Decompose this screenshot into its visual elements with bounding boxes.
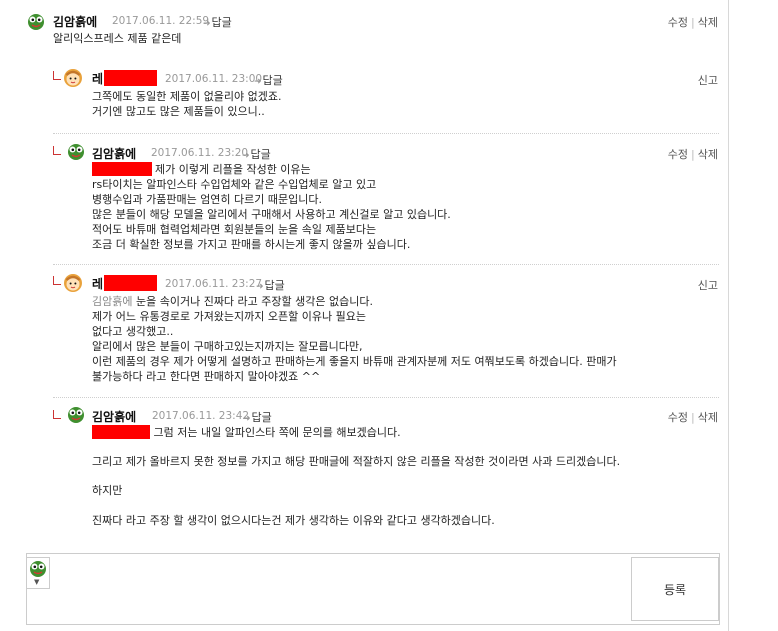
- girl-avatar-icon: [64, 69, 82, 87]
- comment-line: 그쪽에도 동일한 제품이 없을리야 없겠죠.: [92, 90, 282, 103]
- dropdown-caret-icon: ▼: [34, 578, 40, 586]
- comment-actions: 신고: [698, 277, 718, 293]
- comment-body: 김암흙에 눈을 속이거나 진짜다 라고 주장할 생각은 없습니다. 제가 어느 …: [92, 294, 617, 384]
- reply-arrow-icon: ➜: [254, 77, 262, 87]
- comment-divider: [53, 133, 719, 134]
- reply-indent-icon: [53, 146, 61, 155]
- comment-line: 그럼 저는 내일 알파인스타 쪽에 문의를 해보겠습니다.: [150, 426, 401, 439]
- girl-avatar-icon: [64, 274, 82, 292]
- comment-line: 제가 이렇게 리플을 작성한 이유는: [155, 163, 311, 176]
- comment-author[interactable]: 레: [92, 275, 158, 292]
- reply-arrow-icon: ➜: [243, 414, 251, 424]
- reply-label: 답글: [264, 279, 285, 292]
- comment-line: 이런 제품의 경우 제가 어떻게 설명하고 판매하는게 좋을지 바튜매 관계자분…: [92, 355, 617, 368]
- comment-line: 눈을 속이거나 진짜다 라고 주장할 생각은 없습니다.: [132, 295, 373, 308]
- frog-avatar-icon: [30, 561, 46, 577]
- composer-avatar-picker[interactable]: ▼: [26, 557, 50, 589]
- comment-date: 2017.06.11. 22:59: [112, 15, 210, 27]
- reply-arrow-icon: ➜: [256, 282, 264, 292]
- report-button[interactable]: 신고: [698, 279, 718, 292]
- redacted-mention: [92, 425, 150, 439]
- comment-body: 알리익스프레스 제품 같은데: [53, 31, 181, 46]
- reply-button[interactable]: ➜답글: [203, 14, 232, 30]
- reply-label: 답글: [262, 74, 283, 87]
- comment-actions: 수정 | 삭제: [667, 16, 718, 29]
- reply-arrow-icon: ➜: [242, 151, 250, 161]
- edit-button[interactable]: 수정: [668, 16, 688, 29]
- delete-button[interactable]: 삭제: [698, 411, 718, 424]
- reply-button[interactable]: ➜답글: [243, 409, 272, 425]
- frog-avatar-icon: [28, 14, 44, 30]
- comment-body: 제가 이렇게 리플을 작성한 이유는 rs타이치는 알파인스타 수입업체와 같은…: [92, 162, 451, 252]
- redacted-username: [104, 275, 158, 291]
- comment-line: 진짜다 라고 주장 할 생각이 없으시다는건 제가 생각하는 이유와 같다고 생…: [92, 513, 495, 527]
- frog-avatar-icon: [68, 407, 84, 423]
- comment-body: 그쪽에도 동일한 제품이 없을리야 없겠죠. 거기엔 많고도 많은 제품들이 있…: [92, 89, 282, 119]
- reply-indent-icon: [53, 71, 61, 80]
- reply-label: 답글: [250, 148, 271, 161]
- submit-button[interactable]: 등록: [631, 557, 719, 621]
- comment-line: 없다고 생각했고..: [92, 325, 174, 338]
- redacted-mention: [92, 162, 152, 176]
- comment-line: 제가 어느 유통경로로 가져왔는지까지 오픈할 이유나 필요는: [92, 310, 366, 323]
- comment-divider: [53, 397, 719, 398]
- edit-button[interactable]: 수정: [668, 148, 688, 161]
- comment-divider: [53, 264, 719, 265]
- comment-line: 적어도 바튜매 협력업체라면 회원분들의 눈을 속일 제품보다는: [92, 223, 377, 236]
- comment-line: 알리익스프레스 제품 같은데: [53, 32, 182, 45]
- comment-line: 조금 더 확실한 정보를 가지고 판매를 하시는게 좋지 않을까 싶습니다.: [92, 238, 411, 251]
- comment-actions: 수정 | 삭제: [667, 148, 718, 161]
- comment-date: 2017.06.11. 23:42: [152, 410, 250, 422]
- comment-line: 거기엔 많고도 많은 제품들이 있으니..: [92, 105, 265, 118]
- report-button[interactable]: 신고: [698, 74, 718, 87]
- delete-button[interactable]: 삭제: [698, 148, 718, 161]
- delete-button[interactable]: 삭제: [698, 16, 718, 29]
- comment-line: 하지만: [92, 484, 123, 498]
- comment-line: 불가능하다 라고 한다면 판매하지 말아야겠죠 ^^: [92, 370, 321, 383]
- frog-avatar-icon: [68, 144, 84, 160]
- comment-line: 많은 분들이 해당 모델을 알리에서 구매해서 사용하고 계신걸로 알고 있습니…: [92, 208, 451, 221]
- comment-line: 그리고 제가 올바르지 못한 정보를 가지고 해당 판매글에 적잘하지 않은 리…: [92, 455, 621, 469]
- reply-button[interactable]: ➜답글: [256, 277, 285, 293]
- reply-label: 답글: [211, 16, 232, 29]
- comment-line: rs타이치는 알파인스타 수입업체와 같은 수입업체로 알고 있고: [92, 178, 377, 191]
- reply-indent-icon: [53, 410, 61, 419]
- comment-actions: 수정 | 삭제: [667, 411, 718, 424]
- comment-body: 그럼 저는 내일 알파인스타 쪽에 문의를 해보겠습니다. 그리고 제가 올바르…: [92, 425, 620, 528]
- reply-label: 답글: [251, 411, 272, 424]
- comment-line: 알리에서 많은 분들이 구매하고있는지까지는 잘모릅니다만,: [92, 340, 363, 353]
- comment-input[interactable]: [26, 553, 720, 625]
- comment-author[interactable]: 김암흙에: [92, 408, 136, 425]
- mention-link[interactable]: 김암흙에: [92, 295, 132, 308]
- comment-date: 2017.06.11. 23:00: [165, 73, 263, 85]
- edit-button[interactable]: 수정: [668, 411, 688, 424]
- reply-button[interactable]: ➜답글: [254, 72, 283, 88]
- comment-actions: 신고: [698, 72, 718, 88]
- comment-date: 2017.06.11. 23:20: [151, 147, 249, 159]
- comment-date: 2017.06.11. 23:27: [165, 278, 263, 290]
- panel-right-border: [728, 0, 729, 631]
- comment-author[interactable]: 김암흙에: [53, 13, 97, 30]
- redacted-username: [104, 70, 158, 86]
- comment-author[interactable]: 김암흙에: [92, 145, 136, 162]
- reply-indent-icon: [53, 276, 61, 285]
- reply-button[interactable]: ➜답글: [242, 146, 271, 162]
- comment-author[interactable]: 레: [92, 70, 158, 87]
- comment-line: 병행수입과 가품판매는 엄연히 다르기 때문입니다.: [92, 193, 323, 206]
- reply-arrow-icon: ➜: [203, 19, 211, 29]
